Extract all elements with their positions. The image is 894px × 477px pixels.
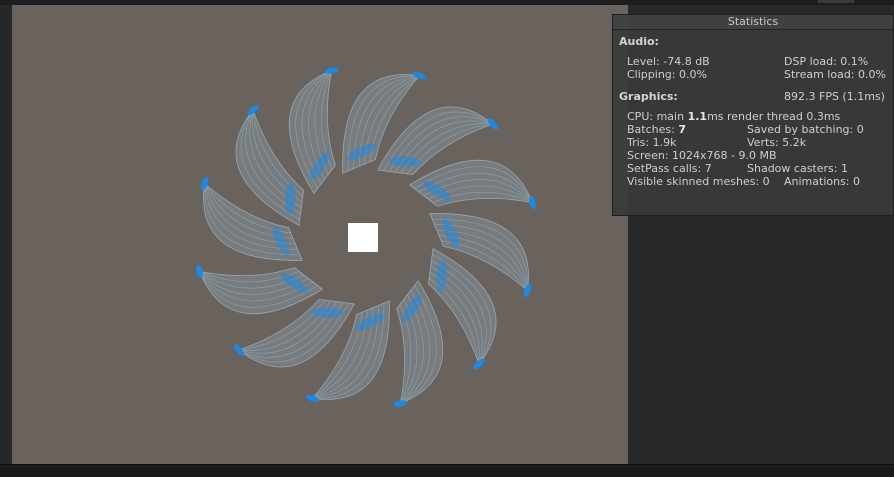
graphics-tris: Tris: 1.9k xyxy=(627,136,677,149)
status-bar xyxy=(0,464,894,477)
graphics-animations: Animations: 0 xyxy=(784,175,861,188)
audio-heading: Audio: xyxy=(619,35,659,48)
cpu-suffix: ms render thread 0.3ms xyxy=(707,110,841,123)
particle-spiral xyxy=(196,67,536,407)
cpu-prefix: CPU: main xyxy=(627,110,688,123)
batches-value: 7 xyxy=(678,123,686,136)
cpu-main-value: 1.1 xyxy=(687,110,708,123)
graphics-setpass: SetPass calls: 7 xyxy=(627,162,712,175)
graphics-batches: Batches: 7 xyxy=(627,123,686,136)
particle-blade xyxy=(393,279,444,407)
batches-prefix: Batches: xyxy=(627,123,679,136)
audio-clipping: Clipping: 0.0% xyxy=(627,68,707,81)
left-panel-edge xyxy=(0,5,12,464)
graphics-verts: Verts: 5.2k xyxy=(747,136,807,149)
center-white-square xyxy=(348,223,378,252)
particle-blade xyxy=(408,159,536,210)
graphics-heading: Graphics: xyxy=(619,90,678,103)
audio-dsp-load: DSP load: 0.1% xyxy=(784,55,869,68)
graphics-shadow-casters: Shadow casters: 1 xyxy=(747,162,848,175)
game-view-viewport[interactable] xyxy=(12,5,628,464)
toolbar-control[interactable] xyxy=(818,0,854,3)
audio-level: Level: -74.8 dB xyxy=(627,55,710,68)
graphics-fps: 892.3 FPS (1.1ms) xyxy=(784,90,885,103)
statistics-panel: Statistics Audio: Level: -74.8 dB DSP lo… xyxy=(612,14,894,216)
graphics-screen: Screen: 1024x768 - 9.0 MB xyxy=(627,149,777,162)
particle-blade xyxy=(196,264,324,315)
particle-blade xyxy=(288,67,339,195)
graphics-saved-by-batching: Saved by batching: 0 xyxy=(747,123,864,136)
statistics-title: Statistics xyxy=(613,15,893,30)
audio-stream-load: Stream load: 0.0% xyxy=(784,68,886,81)
graphics-visible-skinned: Visible skinned meshes: 0 xyxy=(627,175,770,188)
graphics-cpu: CPU: main 1.1ms render thread 0.3ms xyxy=(627,110,840,123)
